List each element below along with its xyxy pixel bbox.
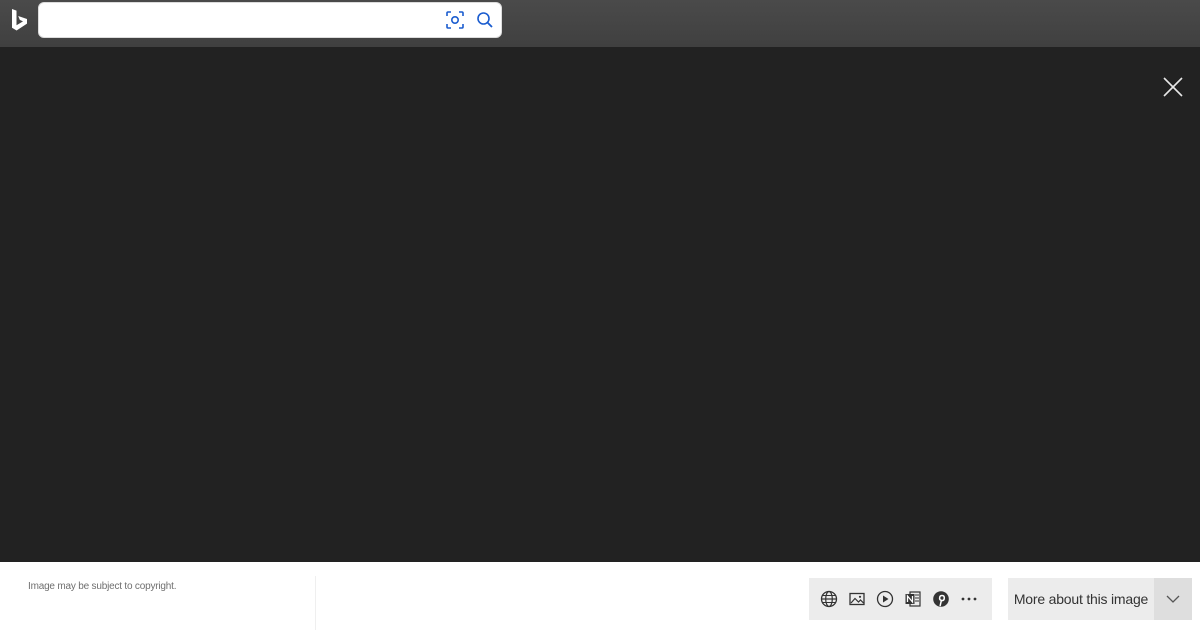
bing-logo-icon[interactable]	[8, 8, 30, 34]
visual-search-icon[interactable]	[445, 10, 465, 30]
more-icon	[961, 597, 977, 601]
top-bar	[0, 0, 1200, 47]
more-about-image-label: More about this image	[1013, 591, 1149, 607]
pinterest-button[interactable]	[931, 589, 951, 609]
share-actions	[809, 578, 992, 620]
onenote-button[interactable]	[903, 589, 923, 609]
search-icon[interactable]	[475, 10, 495, 30]
play-icon	[876, 590, 894, 608]
pinterest-icon	[933, 591, 949, 607]
slideshow-button[interactable]	[875, 589, 895, 609]
more-about-image-expand[interactable]	[1154, 578, 1192, 620]
image-icon	[849, 592, 865, 606]
chevron-down-icon	[1166, 595, 1180, 603]
image-viewer	[0, 47, 1200, 562]
view-image-button[interactable]	[847, 589, 867, 609]
divider	[315, 576, 316, 630]
footer: Image may be subject to copyright. More …	[0, 562, 1200, 630]
globe-icon	[820, 590, 838, 608]
more-about-image-button[interactable]: More about this image	[1008, 578, 1154, 620]
more-options-button[interactable]	[959, 589, 979, 609]
visit-site-button[interactable]	[819, 589, 839, 609]
close-icon[interactable]	[1160, 74, 1186, 100]
onenote-icon	[905, 591, 921, 607]
copyright-notice: Image may be subject to copyright.	[28, 581, 177, 592]
search-box	[38, 2, 502, 38]
search-input[interactable]	[47, 9, 437, 33]
